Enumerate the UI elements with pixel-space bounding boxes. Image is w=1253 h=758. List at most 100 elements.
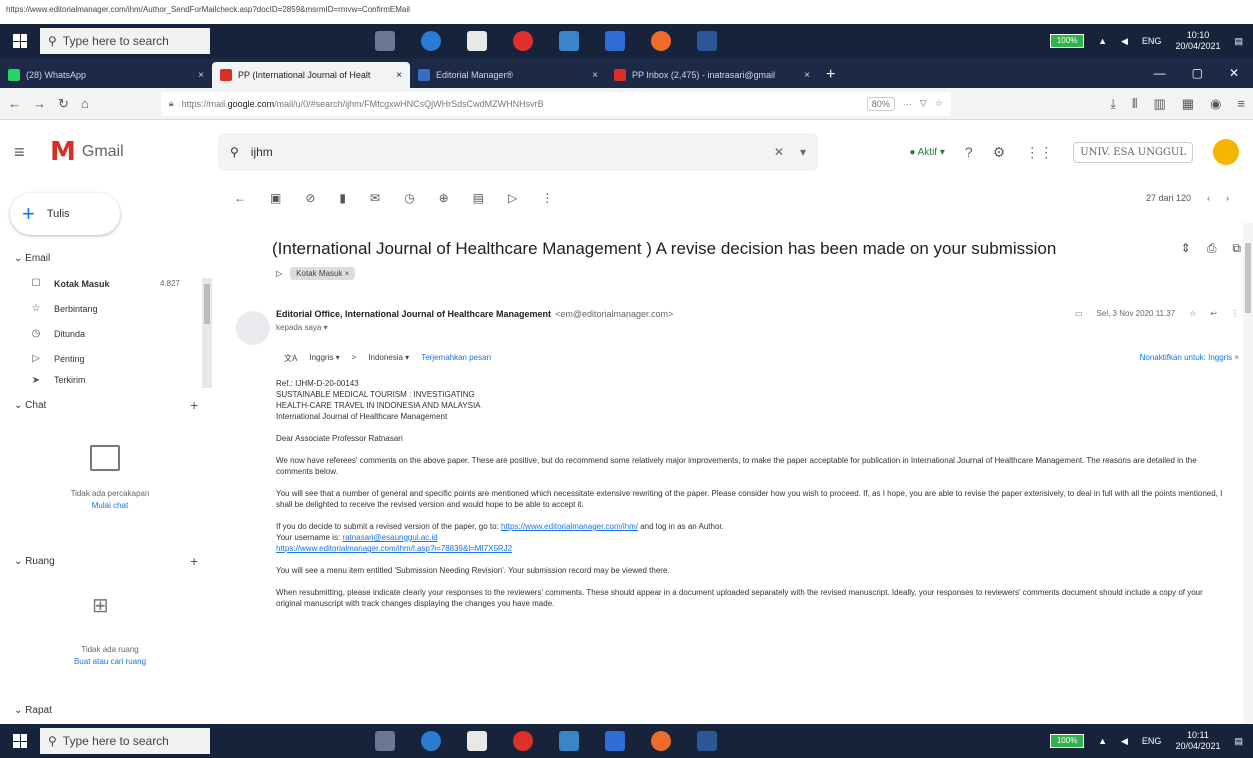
translate-link[interactable]: Terjemahkan pesan — [421, 353, 491, 364]
close-icon[interactable]: × — [198, 70, 204, 81]
help-icon[interactable]: ? — [965, 144, 973, 160]
more-icon[interactable]: ⋮ — [541, 191, 553, 213]
translate-to-select[interactable]: Indonesia ▾ — [368, 353, 409, 364]
store-icon[interactable] — [467, 31, 487, 51]
close-icon[interactable]: × — [592, 70, 598, 81]
lang-indicator[interactable]: ENG — [1142, 736, 1162, 746]
edge-icon[interactable] — [421, 731, 441, 751]
maximize-icon[interactable]: ▢ — [1192, 66, 1203, 80]
mail-scrollbar[interactable] — [1243, 223, 1253, 723]
gmail-logo[interactable]: M Gmail — [50, 137, 124, 167]
taskbar-search[interactable]: ⚲ Type here to search — [40, 728, 210, 754]
tab-whatsapp[interactable]: (28) WhatsApp × — [0, 62, 212, 88]
sidebar-item-snoozed[interactable]: ◷ Ditunda — [30, 328, 180, 339]
menu-icon[interactable]: ≡ — [1237, 96, 1245, 112]
sidebar-icon[interactable]: ▥ — [1153, 96, 1165, 112]
start-button[interactable] — [0, 24, 40, 58]
archive-icon[interactable]: ▣ — [270, 191, 281, 213]
label-chip[interactable]: Kotak Masuk × — [290, 267, 356, 280]
snooze-icon[interactable]: ◷ — [404, 191, 414, 213]
print-icon[interactable]: ⎙ — [1207, 241, 1217, 256]
section-chat[interactable]: ⌄ Chat — [14, 400, 46, 411]
start-chat-link[interactable]: Mulai chat — [20, 501, 200, 510]
volume-icon[interactable]: ◀ — [1121, 736, 1128, 747]
username-link[interactable]: ratnasari@esaunggul.ac.id — [342, 533, 437, 542]
expand-icon[interactable]: ⇕ — [1181, 241, 1191, 256]
task-view-icon[interactable] — [375, 731, 395, 751]
notification-icon[interactable]: ▤ — [1234, 736, 1243, 747]
pocket-icon[interactable]: ▽ — [920, 98, 927, 109]
important-marker-icon[interactable]: ▷ — [276, 269, 282, 278]
section-email[interactable]: ⌄ Email — [14, 253, 50, 264]
more-icon[interactable]: ⋮ — [1231, 309, 1239, 318]
sidebar-item-inbox[interactable]: ☐ Kotak Masuk 4.827 — [30, 278, 180, 289]
bookmark-star-icon[interactable]: ☆ — [935, 98, 943, 109]
chevron-left-icon[interactable]: ‹ — [1207, 193, 1210, 203]
edge-icon[interactable] — [421, 31, 441, 51]
lang-indicator[interactable]: ENG — [1142, 36, 1162, 46]
new-chat-icon[interactable]: + — [190, 397, 198, 413]
chevron-right-icon[interactable]: › — [1226, 193, 1229, 203]
search-icon[interactable]: ⚲ — [230, 145, 239, 159]
zoom-level[interactable]: 80% — [866, 96, 895, 111]
recipient-dropdown[interactable]: kepada saya ▾ — [276, 323, 328, 332]
reload-icon[interactable]: ↻ — [58, 96, 69, 112]
explorer-icon[interactable] — [559, 731, 579, 751]
word-icon[interactable] — [697, 731, 717, 751]
section-meet[interactable]: ⌄ Rapat — [14, 705, 52, 716]
opera-icon[interactable] — [513, 31, 533, 51]
new-window-icon[interactable]: ⧉ — [1232, 241, 1241, 256]
explorer-icon[interactable] — [559, 31, 579, 51]
mark-unread-icon[interactable]: ✉ — [370, 191, 380, 213]
sidebar-item-starred[interactable]: ☆ Berbintang — [30, 303, 180, 314]
sidebar-item-sent[interactable]: ➤ Terkirim — [30, 376, 180, 384]
start-button[interactable] — [0, 724, 40, 758]
more-actions-icon[interactable]: ··· — [903, 99, 912, 109]
opera-icon[interactable] — [513, 731, 533, 751]
close-icon[interactable]: × — [804, 70, 810, 81]
store-icon[interactable] — [467, 731, 487, 751]
extension-icon[interactable]: ▦ — [1182, 96, 1194, 112]
notification-icon[interactable]: ▤ — [1234, 36, 1243, 47]
tab-editorial-manager[interactable]: Editorial Manager® × — [410, 62, 606, 88]
volume-icon[interactable]: ◀ — [1121, 36, 1128, 47]
photos-icon[interactable] — [605, 731, 625, 751]
downloads-icon[interactable]: ⤓ — [1110, 96, 1116, 112]
delete-icon[interactable]: ▮ — [339, 191, 346, 213]
reset-link[interactable]: https://www.editorialmanager.com/ihm/l.a… — [276, 544, 512, 553]
mail-search-input[interactable]: ⚲ ijhm ✕ ▾ — [218, 133, 818, 171]
add-task-icon[interactable]: ⊕ — [439, 191, 449, 213]
reply-icon[interactable]: ↩ — [1210, 309, 1217, 318]
report-spam-icon[interactable]: ⊘ — [305, 191, 315, 213]
network-icon[interactable]: ▲ — [1098, 36, 1107, 46]
battery-icon[interactable]: 100% — [1050, 734, 1085, 748]
new-room-icon[interactable]: + — [190, 553, 198, 569]
photos-icon[interactable] — [605, 31, 625, 51]
compose-button[interactable]: + Tulis — [10, 193, 120, 235]
firefox-icon[interactable] — [651, 731, 671, 751]
clock[interactable]: 10:10 20/04/2021 — [1175, 30, 1220, 52]
forward-icon[interactable]: → — [33, 96, 46, 111]
word-icon[interactable] — [697, 31, 717, 51]
minimize-icon[interactable]: — — [1154, 66, 1166, 80]
section-rooms[interactable]: ⌄ Ruang — [14, 556, 55, 567]
translate-off-link[interactable]: Nonaktifkan untuk: Inggris × — [1140, 353, 1239, 362]
firefox-icon[interactable] — [651, 31, 671, 51]
tab-inbox[interactable]: PP Inbox (2,475) - inatrasari@gmail × — [606, 62, 818, 88]
move-to-icon[interactable]: ▤ — [473, 191, 484, 213]
extension-2-icon[interactable]: ◉ — [1210, 96, 1221, 112]
clock[interactable]: 10:11 20/04/2021 — [1175, 730, 1220, 752]
taskbar-search[interactable]: ⚲ Type here to search — [40, 28, 210, 54]
window-close-icon[interactable]: ✕ — [1229, 66, 1239, 80]
home-icon[interactable]: ⌂ — [81, 96, 89, 111]
sidebar-item-important[interactable]: ▷ Penting — [30, 353, 180, 364]
submission-link[interactable]: https://www.editorialmanager.com/ihm/ — [501, 522, 638, 531]
status-indicator[interactable]: ● Aktif ▾ — [909, 147, 945, 158]
star-icon[interactable]: ☆ — [1189, 309, 1196, 318]
tab-ijhm[interactable]: PP (International Journal of Healt × — [212, 62, 410, 88]
close-icon[interactable]: × — [396, 70, 402, 81]
hamburger-icon[interactable]: ≡ — [14, 142, 32, 163]
back-to-list-icon[interactable]: ← — [234, 191, 246, 213]
label-icon[interactable]: ▷ — [508, 191, 517, 213]
search-options-icon[interactable]: ▾ — [800, 145, 806, 159]
